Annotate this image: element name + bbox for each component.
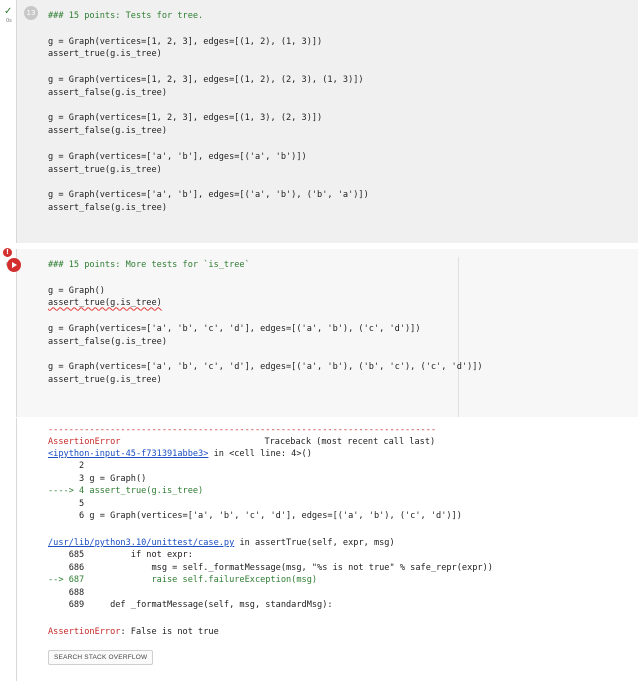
code-line: 5	[48, 498, 85, 509]
code-line: g = Graph(vertices=['a', 'b', 'c', 'd'],…	[48, 324, 421, 334]
success-check-icon: ✓	[4, 6, 13, 17]
code-line: assert_false(g.is_tree)	[48, 126, 167, 137]
run-cell-button[interactable]	[7, 258, 21, 272]
code-line: ### 15 points: Tests for tree.	[48, 11, 204, 21]
code-line: g = Graph(vertices=['a', 'b', 'c', 'd'],…	[48, 362, 483, 373]
execution-count-badge[interactable]: 13	[24, 6, 38, 20]
code-line: assert_false(g.is_tree)	[48, 87, 167, 98]
frame1-file-link[interactable]: <ipython-input-45-f731391abbe3>	[48, 449, 208, 459]
code-line: ### 15 points: More tests for `is_tree`	[48, 260, 250, 270]
code-line: g = Graph(vertices=[1, 2, 3], edges=[(1,…	[48, 75, 364, 85]
code-line: 689 def _formatMessage(self, msg, standa…	[48, 600, 333, 611]
final-error-name: AssertionError	[48, 627, 121, 637]
frame2-header: /usr/lib/python3.10/unittest/case.py in …	[48, 537, 395, 549]
frame2-location: in assertTrue(self, expr, msg)	[234, 538, 395, 548]
code-line: 686 msg = self._formatMessage(msg, "%s i…	[48, 562, 493, 573]
final-error-message: : False is not true	[120, 627, 219, 637]
code-line: g = Graph()	[48, 285, 105, 296]
code-line: 6 g = Graph(vertices=['a', 'b', 'c', 'd'…	[48, 511, 462, 522]
code-line: assert_true(g.is_tree)	[48, 49, 162, 60]
code-line: --> 687 raise self.failureException(msg)	[48, 575, 318, 586]
separator-dashes: ----------------------------------------…	[48, 425, 437, 435]
code-line: assert_true(g.is_tree)	[48, 298, 162, 309]
code-line: assert_false(g.is_tree)	[48, 203, 167, 213]
code-line: 2	[48, 461, 85, 471]
cell1-exec-time: 0s	[6, 18, 12, 24]
code-line: ----> 4 assert_true(g.is_tree)	[48, 486, 204, 497]
error-name: AssertionError	[48, 437, 121, 447]
code-line: assert_false(g.is_tree)	[48, 336, 167, 347]
code-line: g = Graph(vertices=[1, 2, 3], edges=[(1,…	[48, 36, 323, 47]
code-line: 688	[48, 587, 85, 598]
error-status-icon: !	[3, 248, 12, 257]
code-line: 3 g = Graph()	[48, 473, 147, 484]
frame1-header: <ipython-input-45-f731391abbe3> in <cell…	[48, 448, 312, 460]
code-line: 685 if not expr:	[48, 550, 193, 560]
search-stack-overflow-button[interactable]: SEARCH STACK OVERFLOW	[48, 650, 154, 665]
final-error-line: AssertionError: False is not true	[48, 626, 219, 638]
code-line: g = Graph(vertices=[1, 2, 3], edges=[(1,…	[48, 113, 323, 124]
code-line: g = Graph(vertices=['a', 'b'], edges=[('…	[48, 151, 307, 162]
traceback-header: Traceback (most recent call last)	[264, 437, 436, 447]
code-line: g = Graph(vertices=['a', 'b'], edges=[('…	[48, 190, 369, 201]
frame1-location: in <cell line: 4>()	[208, 449, 312, 459]
code-line: assert_true(g.is_tree)	[48, 375, 162, 386]
code-line: assert_true(g.is_tree)	[48, 164, 162, 175]
frame2-file-link[interactable]: /usr/lib/python3.10/unittest/case.py	[48, 538, 234, 548]
traceback-title-row: AssertionError Traceback (most recent cal…	[48, 436, 435, 448]
